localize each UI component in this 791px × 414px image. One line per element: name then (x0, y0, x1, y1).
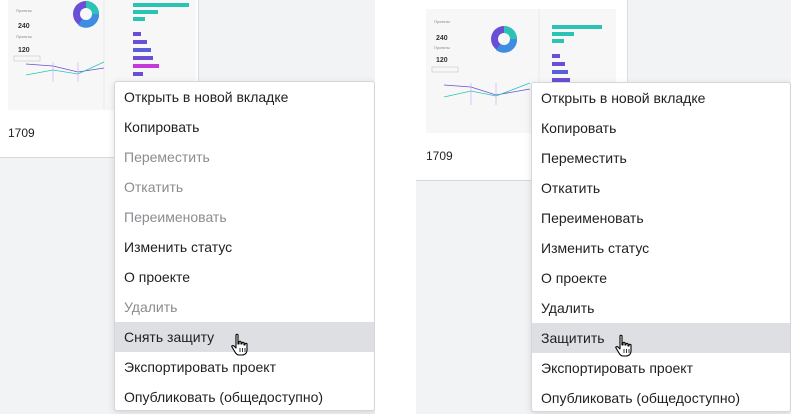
thumb-kpi2-label: Проекты (16, 34, 32, 39)
menu-item-rename[interactable]: Переименовать (532, 203, 790, 233)
menu-item-unprotect[interactable]: Снять защиту (115, 322, 374, 352)
menu-item-protect[interactable]: Защитить (532, 323, 790, 353)
menu-item-export-project[interactable]: Экспортировать проект (115, 352, 374, 382)
menu-item-publish[interactable]: Опубликовать (общедоступно) (532, 383, 790, 413)
menu-item-rename: Переименовать (124, 209, 227, 225)
menu-item-copy[interactable]: Копировать (115, 112, 374, 142)
menu-item-about-project[interactable]: О проекте (115, 262, 374, 292)
menu-item-move: Переместить (124, 149, 210, 165)
menu-item-open-new-tab[interactable]: Открыть в новой вкладке (532, 83, 790, 113)
menu-item-delete: Удалить (124, 299, 178, 315)
project-title[interactable]: 1709 (8, 126, 35, 140)
context-menu: Открыть в новой вкладке Копировать Перем… (531, 82, 791, 412)
menu-item-about-project[interactable]: О проекте (532, 263, 790, 293)
thumb-kpi1-value: 240 (18, 23, 30, 30)
thumb-kpi2-value: 120 (18, 47, 30, 54)
left-panel: Проекты 240 Проекты 120 1709 Открыть в н… (0, 0, 375, 414)
thumb-kpi1-label: Проекты (434, 19, 450, 24)
thumb-kpi2-label: Проекты (434, 45, 450, 50)
menu-item-move[interactable]: Переместить (532, 143, 790, 173)
thumb-kpi1-label: Проекты (16, 8, 32, 13)
right-panel: Проекты 240 Проекты 120 1709 Открыть в н… (416, 0, 791, 414)
menu-item-change-status[interactable]: Изменить статус (115, 232, 374, 262)
menu-item-rollback: Откатить (124, 179, 184, 195)
menu-item-delete[interactable]: Удалить (532, 293, 790, 323)
menu-item-copy[interactable]: Копировать (532, 113, 790, 143)
project-title[interactable]: 1709 (426, 149, 453, 163)
thumb-kpi1-value: 240 (436, 35, 448, 42)
menu-item-change-status[interactable]: Изменить статус (532, 233, 790, 263)
context-menu: Открыть в новой вкладке Копировать Перем… (114, 81, 375, 411)
menu-item-open-new-tab[interactable]: Открыть в новой вкладке (115, 82, 374, 112)
menu-item-publish[interactable]: Опубликовать (общедоступно) (115, 382, 374, 412)
menu-item-export-project[interactable]: Экспортировать проект (532, 353, 790, 383)
thumb-kpi2-value: 120 (436, 57, 448, 64)
menu-item-rollback[interactable]: Откатить (532, 173, 790, 203)
